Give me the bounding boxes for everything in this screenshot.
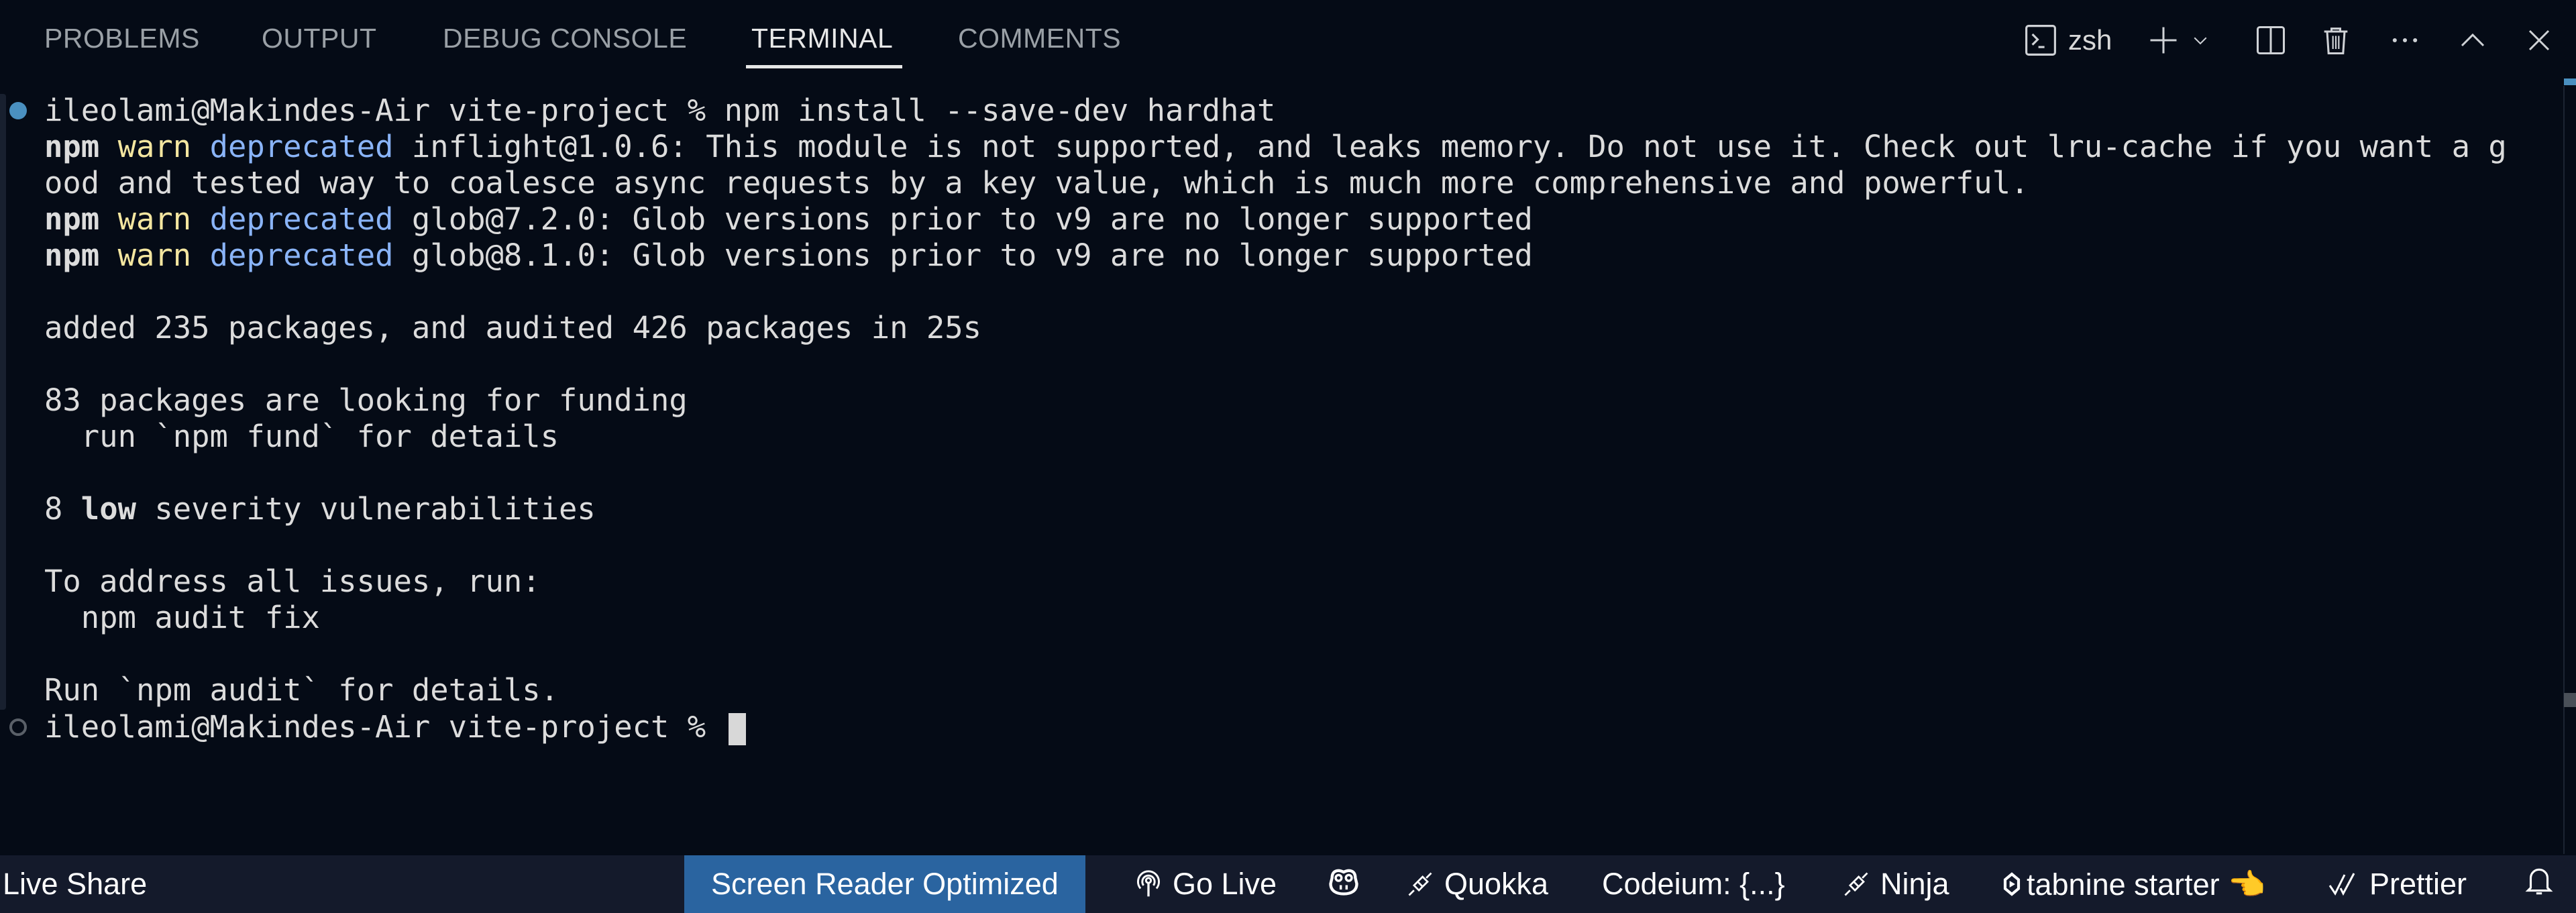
deprecated-label: deprecated	[209, 237, 394, 273]
ninja-label: Ninja	[1880, 867, 1949, 901]
broadcast-icon	[1134, 868, 1163, 900]
new-terminal-button[interactable]	[2143, 15, 2184, 66]
plus-icon	[2146, 23, 2181, 58]
npm-label: npm	[44, 237, 100, 273]
terminal-line-command: ileolami@Makindes-Air vite-project % npm…	[44, 93, 1275, 129]
terminal-scrollbar[interactable]	[2563, 86, 2565, 854]
command-text: npm install --save-dev hardhat	[724, 93, 1276, 128]
warn-label: warn	[117, 201, 192, 237]
panel-tab-bar: PROBLEMS OUTPUT DEBUG CONSOLE TERMINAL C…	[0, 0, 2576, 80]
tabnine-label: tabnine starter 👈	[2027, 867, 2266, 902]
prompt: ileolami@Makindes-Air vite-project %	[44, 93, 724, 128]
ellipsis-icon	[2387, 23, 2422, 58]
scrollbar-command-marker	[2564, 78, 2576, 85]
go-live-label: Go Live	[1173, 867, 1277, 901]
tab-problems[interactable]: PROBLEMS	[44, 23, 200, 54]
prettier-label: Prettier	[2369, 867, 2467, 901]
chevron-down-icon	[2190, 30, 2210, 50]
launch-profile-button[interactable]	[2187, 15, 2214, 66]
terminal-line-details: Run `npm audit` for details.	[44, 672, 559, 708]
vuln-text: severity vulnerabilities	[136, 491, 596, 527]
maximize-panel-button[interactable]	[2453, 15, 2493, 66]
tabnine-icon	[2002, 871, 2021, 898]
status-bar: Live Share Screen Reader Optimized Go Li…	[0, 855, 2576, 913]
screen-reader-optimized-item[interactable]: Screen Reader Optimized	[684, 855, 1085, 913]
codeium-label: Codeium: {...}	[1602, 867, 1785, 901]
terminal-line-fix-cmd: npm audit fix	[44, 600, 320, 635]
quokka-label: Quokka	[1444, 867, 1549, 901]
terminal-line-added: added 235 packages, and audited 426 pack…	[44, 310, 982, 345]
copilot-icon	[1325, 863, 1362, 906]
shell-name: zsh	[2068, 24, 2112, 56]
screen-reader-label: Screen Reader Optimized	[711, 867, 1059, 901]
terminal-line-funding: 83 packages are looking for funding	[44, 382, 688, 418]
command-success-decoration[interactable]	[9, 102, 27, 119]
warn-label: warn	[117, 237, 192, 273]
split-icon	[2253, 23, 2288, 58]
terminal-line-fund-hint: run `npm fund` for details	[44, 419, 559, 454]
terminal-line-address: To address all issues, run:	[44, 563, 541, 599]
warning-text: glob@7.2.0: Glob versions prior to v9 ar…	[393, 201, 1533, 237]
notifications-item[interactable]	[2522, 855, 2556, 913]
close-panel-button[interactable]	[2519, 15, 2559, 66]
split-terminal-button[interactable]	[2251, 15, 2291, 66]
close-icon	[2523, 24, 2555, 56]
npm-label: npm	[44, 129, 100, 164]
trash-icon	[2318, 23, 2353, 58]
vuln-severity: low	[80, 491, 136, 527]
terminal-line-warning: npm warn deprecated glob@7.2.0: Glob ver…	[44, 201, 1533, 237]
terminal-line-warning: npm warn deprecated inflight@1.0.6: This…	[44, 129, 2507, 165]
plug-icon	[1405, 868, 1435, 900]
ninja-item[interactable]: Ninja	[1841, 855, 1949, 913]
chevron-up-icon	[2457, 24, 2489, 56]
terminal-line-vulnerabilities: 8 low severity vulnerabilities	[44, 491, 596, 527]
double-check-icon	[2326, 868, 2360, 900]
tab-output[interactable]: OUTPUT	[262, 23, 377, 54]
terminal-line-wrap: ood and tested way to coalesce async req…	[44, 165, 2029, 201]
prompt: ileolami@Makindes-Air vite-project %	[44, 709, 724, 745]
warning-text: inflight@1.0.6: This module is not suppo…	[393, 129, 2507, 164]
terminal-cursor	[728, 712, 746, 745]
command-decoration-bar	[0, 94, 6, 710]
active-tab-indicator	[746, 65, 902, 68]
plug-icon	[1841, 868, 1871, 900]
live-share-label: Live Share	[3, 867, 148, 901]
command-pending-decoration[interactable]	[9, 718, 27, 736]
warn-label: warn	[117, 129, 192, 164]
terminal-line-warning: npm warn deprecated glob@8.1.0: Glob ver…	[44, 237, 1533, 274]
tab-terminal[interactable]: TERMINAL	[751, 23, 893, 54]
tab-debug-console[interactable]: DEBUG CONSOLE	[443, 23, 687, 54]
terminal-shell-selector[interactable]: zsh	[2023, 15, 2123, 66]
bell-icon	[2522, 863, 2556, 906]
codeium-item[interactable]: Codeium: {...}	[1602, 855, 1785, 913]
tab-comments[interactable]: COMMENTS	[958, 23, 1121, 54]
warning-text: glob@8.1.0: Glob versions prior to v9 ar…	[393, 237, 1533, 273]
npm-label: npm	[44, 201, 100, 237]
quokka-item[interactable]: Quokka	[1405, 855, 1548, 913]
more-actions-button[interactable]	[2385, 15, 2425, 66]
vuln-count: 8	[44, 491, 81, 527]
scrollbar-thumb[interactable]	[2564, 693, 2576, 707]
go-live-item[interactable]: Go Live	[1134, 855, 1277, 913]
live-share-item[interactable]: Live Share	[3, 855, 147, 913]
tabnine-item[interactable]: tabnine starter 👈	[2002, 855, 2265, 913]
prettier-item[interactable]: Prettier	[2326, 855, 2467, 913]
deprecated-label: deprecated	[209, 201, 394, 237]
terminal-icon	[2023, 22, 2059, 58]
terminal-line-prompt[interactable]: ileolami@Makindes-Air vite-project %	[44, 709, 746, 745]
kill-terminal-button[interactable]	[2316, 15, 2356, 66]
copilot-item[interactable]	[1325, 855, 1362, 913]
deprecated-label: deprecated	[209, 129, 394, 164]
